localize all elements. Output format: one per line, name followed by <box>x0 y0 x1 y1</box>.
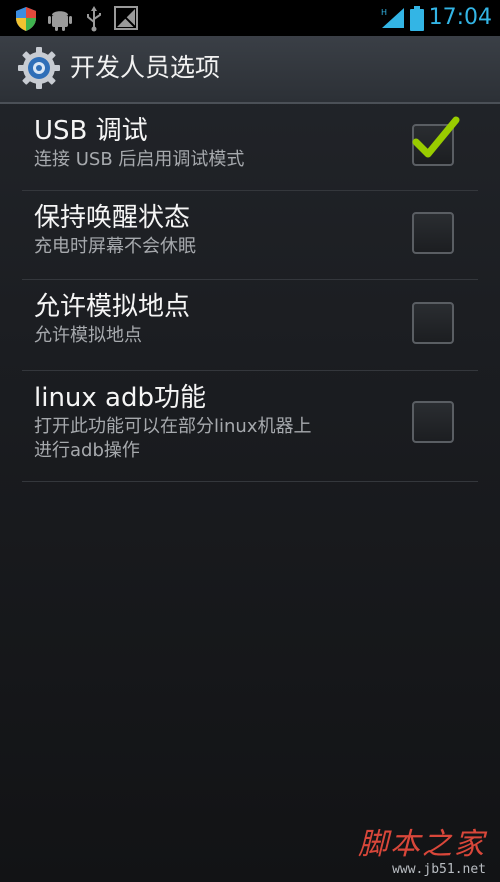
pref-mock-locations[interactable]: 允许模拟地点 允许模拟地点 <box>22 280 478 371</box>
usb-debugging-checkbox[interactable] <box>412 116 460 166</box>
pref-title: 保持唤醒状态 <box>34 203 191 233</box>
preference-list: USB 调试 连接 USB 后启用调试模式 保持唤醒状态 充电时屏幕不会休眠 允… <box>0 104 500 482</box>
no-signal-icon <box>114 6 138 34</box>
pref-stay-awake[interactable]: 保持唤醒状态 充电时屏幕不会休眠 <box>22 191 478 280</box>
android-icon <box>48 6 72 36</box>
check-mark-icon <box>412 116 460 158</box>
pref-summary: 充电时屏幕不会休眠 <box>34 236 196 257</box>
watermark-text: 脚本之家 <box>358 827 486 862</box>
mock-locations-checkbox[interactable] <box>412 302 454 344</box>
pref-summary-line2: 进行adb操作 <box>34 440 140 461</box>
pref-title: linux adb功能 <box>34 383 206 413</box>
status-time: 17:04 <box>428 5 492 30</box>
pref-linux-adb[interactable]: linux adb功能 打开此功能可以在部分linux机器上 进行adb操作 <box>22 371 478 482</box>
pref-summary: 连接 USB 后启用调试模式 <box>34 149 245 170</box>
action-bar: 开发人员选项 <box>0 36 500 104</box>
watermark-url: www.jb51.net <box>392 862 486 877</box>
watermark: 脚本之家 www.jb51.net <box>358 828 486 878</box>
status-bar: H 17:04 <box>0 0 500 36</box>
pref-summary-line1: 打开此功能可以在部分linux机器上 <box>34 416 312 437</box>
shield-icon <box>14 6 38 36</box>
settings-gear-icon[interactable] <box>16 45 62 91</box>
pref-title: USB 调试 <box>34 116 148 146</box>
signal-icon: H <box>380 6 406 34</box>
pref-usb-debugging[interactable]: USB 调试 连接 USB 后启用调试模式 <box>22 104 478 191</box>
battery-icon <box>410 6 424 36</box>
linux-adb-checkbox[interactable] <box>412 401 454 443</box>
usb-icon <box>84 6 104 36</box>
page-title: 开发人员选项 <box>70 53 221 82</box>
pref-title: 允许模拟地点 <box>34 292 191 322</box>
screen: H 17:04 开发人员选项 USB 调试 连接 USB 后启用调试模式 保持唤… <box>0 0 500 882</box>
stay-awake-checkbox[interactable] <box>412 212 454 254</box>
svg-text:H: H <box>381 8 387 17</box>
pref-summary: 允许模拟地点 <box>34 325 142 346</box>
